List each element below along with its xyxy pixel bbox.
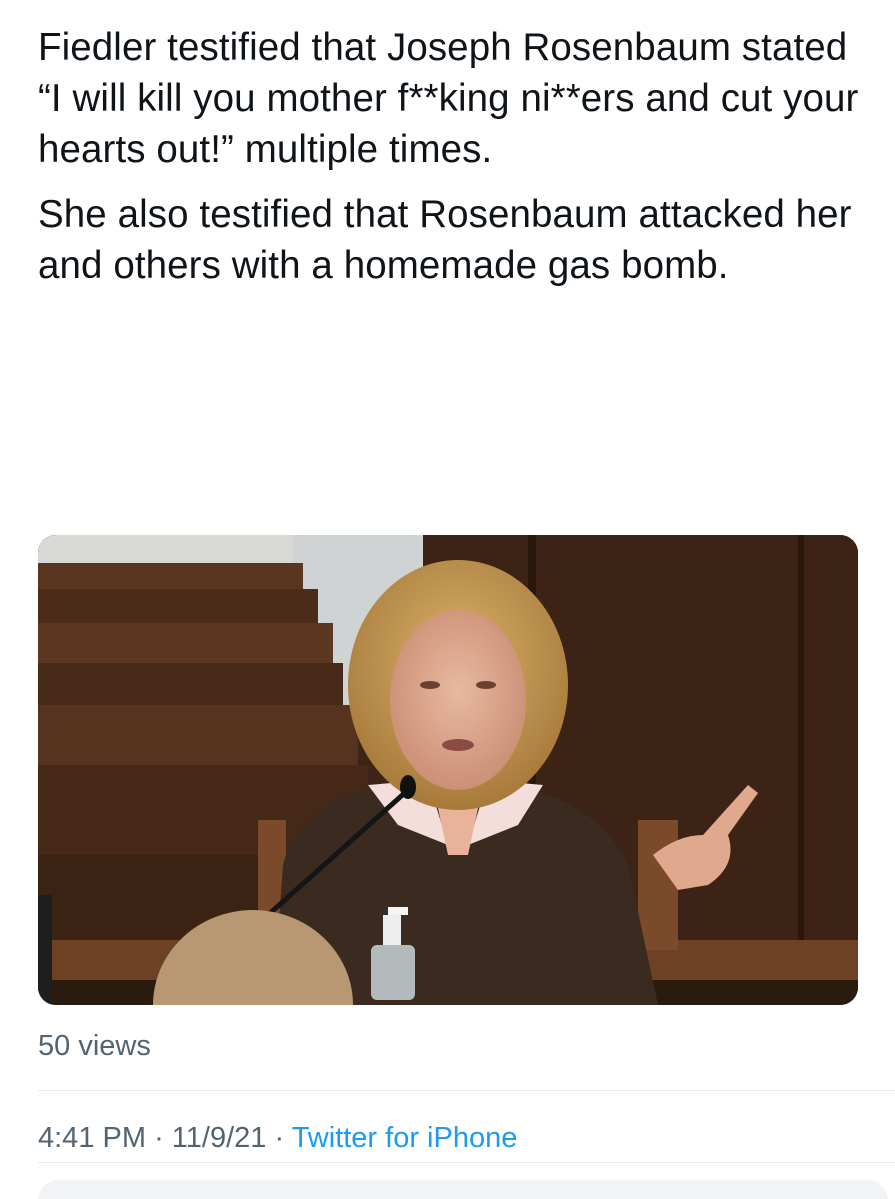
tweet: Fiedler testified that Joseph Rosenbaum … (0, 0, 895, 1199)
tweet-metadata: 4:41 PM · 11/9/21 · Twitter for iPhone (38, 1122, 517, 1155)
tweet-video[interactable] (38, 535, 858, 1005)
tweet-date[interactable]: 11/9/21 (172, 1122, 267, 1154)
meta-separator: · (154, 1122, 164, 1154)
tweet-source-link[interactable]: Twitter for iPhone (292, 1122, 518, 1154)
video-frame-illustration (38, 535, 858, 1005)
tweet-paragraph-2: She also testified that Rosenbaum attack… (38, 193, 852, 287)
tweet-paragraph-1: Fiedler testified that Joseph Rosenbaum … (38, 26, 859, 171)
divider (38, 1162, 895, 1163)
reply-box[interactable] (38, 1180, 888, 1199)
tweet-text: Fiedler testified that Joseph Rosenbaum … (38, 22, 868, 305)
view-count: 50 views (38, 1030, 151, 1062)
tweet-time[interactable]: 4:41 PM (38, 1122, 146, 1154)
divider (38, 1090, 895, 1091)
meta-separator: · (274, 1122, 285, 1154)
